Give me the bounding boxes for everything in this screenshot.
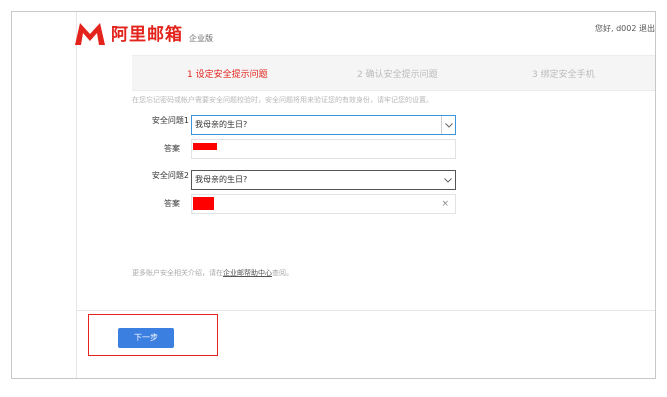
- question1-label: 安全问题1: [151, 116, 189, 125]
- chevron-down-icon[interactable]: [441, 171, 455, 189]
- logo[interactable]: 阿里邮箱 企业版: [74, 22, 213, 46]
- clear-icon[interactable]: ×: [441, 195, 449, 213]
- left-divider: [76, 12, 77, 378]
- question2-label: 安全问题2: [151, 171, 189, 180]
- question2-value: 我母亲的生日?: [195, 175, 248, 184]
- answer2-row: 答案 ×: [112, 194, 472, 214]
- help-center-link[interactable]: 企业邮帮助中心: [223, 269, 272, 277]
- answer1-label: 答案: [164, 144, 180, 153]
- help-text: 更多账户安全相关介绍，请在企业邮帮助中心查阅。: [132, 268, 293, 278]
- step-bind-phone: 3 绑定安全手机: [532, 70, 595, 80]
- security-notice: 在您忘记密码或帐户需要安全问题校验时，安全问题将用来验证您的有效身份，请牢记您的…: [132, 96, 433, 104]
- question1-select[interactable]: 我母亲的生日?: [191, 115, 456, 135]
- edition-label: 企业版: [189, 34, 213, 43]
- page-frame: 阿里邮箱 企业版 您好, d002 退出 1 设定安全提示问题 2 确认安全提示…: [11, 11, 656, 379]
- answer1-input[interactable]: [191, 139, 456, 159]
- redaction-mark: [193, 143, 217, 150]
- footer-divider: [76, 310, 655, 311]
- next-step-button[interactable]: 下一步: [118, 328, 174, 348]
- redaction-mark: [193, 197, 214, 210]
- user-greeting[interactable]: 您好, d002 退出: [595, 23, 655, 34]
- step-confirm-question: 2 确认安全提示问题: [357, 70, 438, 80]
- help-prefix: 更多账户安全相关介绍，请在: [132, 269, 223, 277]
- answer2-input[interactable]: ×: [191, 194, 456, 214]
- help-suffix: 查阅。: [272, 269, 293, 277]
- question2-row: 安全问题2 我母亲的生日?: [112, 170, 472, 190]
- answer1-row: 答案: [112, 139, 472, 159]
- question1-value: 我母亲的生日?: [195, 120, 248, 129]
- question1-row: 安全问题1 我母亲的生日?: [112, 115, 472, 135]
- mail-logo-icon: [75, 23, 105, 45]
- header: 阿里邮箱 企业版 您好, d002 退出: [12, 12, 655, 56]
- question2-select[interactable]: 我母亲的生日?: [191, 170, 456, 190]
- step-set-question: 1 设定安全提示问题: [187, 70, 268, 80]
- brand-name: 阿里邮箱: [111, 25, 183, 45]
- answer2-label: 答案: [164, 199, 180, 208]
- step-bar: 1 设定安全提示问题 2 确认安全提示问题 3 绑定安全手机: [132, 55, 655, 91]
- chevron-down-icon[interactable]: [441, 116, 455, 134]
